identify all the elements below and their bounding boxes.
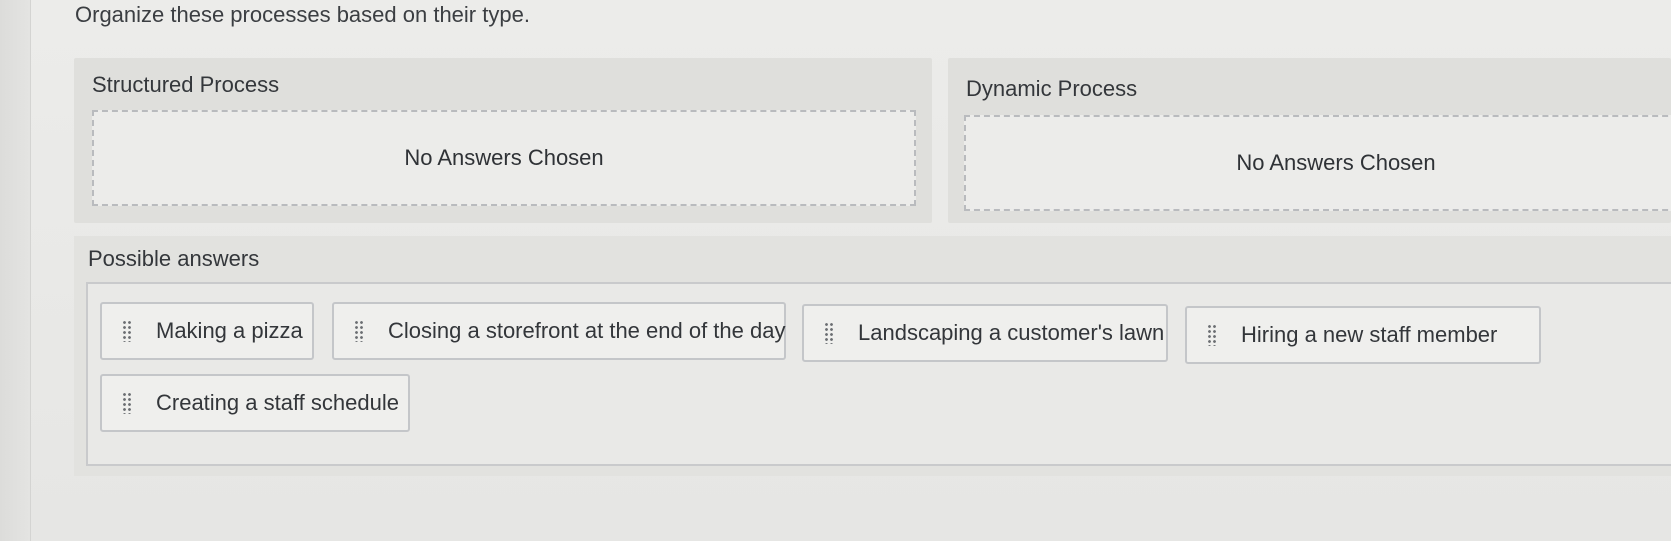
answer-chip-hiring-staff[interactable]: Hiring a new staff member <box>1185 306 1541 364</box>
answer-chip-label: Closing a storefront at the end of the d… <box>388 318 786 343</box>
category-title: Dynamic Process <box>966 76 1138 101</box>
possible-answers-title: Possible answers <box>88 246 260 271</box>
drag-handle-icon[interactable] <box>1207 324 1217 346</box>
answer-chip-landscaping-lawn[interactable]: Landscaping a customer's lawn <box>802 304 1168 362</box>
category-structured-process: Structured Process No Answers Chosen <box>74 58 932 223</box>
question-prompt: Organize these processes based on their … <box>75 2 530 27</box>
drag-handle-icon[interactable] <box>824 322 834 344</box>
answer-chip-label: Landscaping a customer's lawn <box>858 320 1165 345</box>
page: Organize these processes based on their … <box>0 0 1671 541</box>
category-dynamic-process: Dynamic Process No Answers Chosen <box>948 58 1671 223</box>
answer-chip-closing-storefront[interactable]: Closing a storefront at the end of the d… <box>332 302 786 360</box>
dropzone-dynamic-process[interactable]: No Answers Chosen <box>964 115 1671 211</box>
drag-handle-icon[interactable] <box>122 320 132 342</box>
category-title: Structured Process <box>92 72 280 97</box>
possible-answers-container[interactable]: Making a pizza Closing a storefront at t… <box>86 282 1671 466</box>
dropzone-empty-text: No Answers Chosen <box>1236 150 1436 175</box>
left-sidebar-edge <box>0 0 31 541</box>
drag-handle-icon[interactable] <box>354 320 364 342</box>
answer-chip-label: Making a pizza <box>156 318 303 343</box>
answer-chip-label: Creating a staff schedule <box>156 390 399 415</box>
drag-handle-icon[interactable] <box>122 392 132 414</box>
answer-chip-making-a-pizza[interactable]: Making a pizza <box>100 302 314 360</box>
dropzone-empty-text: No Answers Chosen <box>404 145 604 170</box>
dropzone-structured-process[interactable]: No Answers Chosen <box>92 110 916 206</box>
possible-answers-section: Possible answers Making a pizza Closing … <box>74 236 1671 476</box>
answer-chip-label: Hiring a new staff member <box>1241 322 1498 347</box>
answer-chip-staff-schedule[interactable]: Creating a staff schedule <box>100 374 410 432</box>
